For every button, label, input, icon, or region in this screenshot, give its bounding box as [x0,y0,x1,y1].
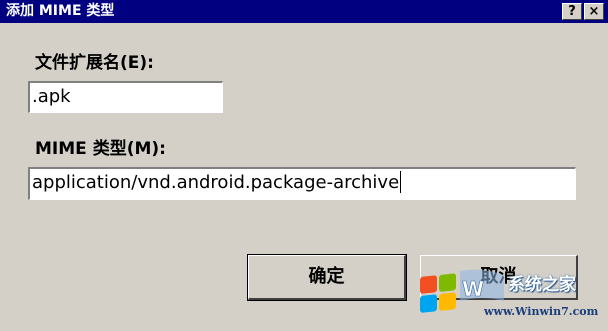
ok-button[interactable]: 确定 [247,254,407,301]
text-caret [400,171,402,193]
title-bar[interactable]: 添加 MIME 类型 ? × [0,0,608,23]
svg-text:W: W [462,277,484,301]
watermark-url: www.Winwin7.com [484,305,599,318]
help-button[interactable]: ? [562,3,582,20]
watermark: W 系统之家 www.Winwin7.com [412,263,608,327]
file-extension-value: .apk [32,86,71,107]
mime-type-label: MIME 类型(M): [35,139,166,159]
mime-type-input[interactable]: application/vnd.android.package-archive [28,167,576,200]
add-mime-type-dialog: 添加 MIME 类型 ? × 文件扩展名(E): .apk MIME 类型(M)… [0,0,608,327]
close-button[interactable]: × [584,3,604,20]
watermark-site-name: 系统之家 [508,275,576,295]
file-extension-input[interactable]: .apk [28,81,223,113]
file-extension-label: 文件扩展名(E): [35,53,154,73]
dialog-title: 添加 MIME 类型 [6,3,115,19]
mime-type-value: application/vnd.android.package-archive [32,172,400,193]
